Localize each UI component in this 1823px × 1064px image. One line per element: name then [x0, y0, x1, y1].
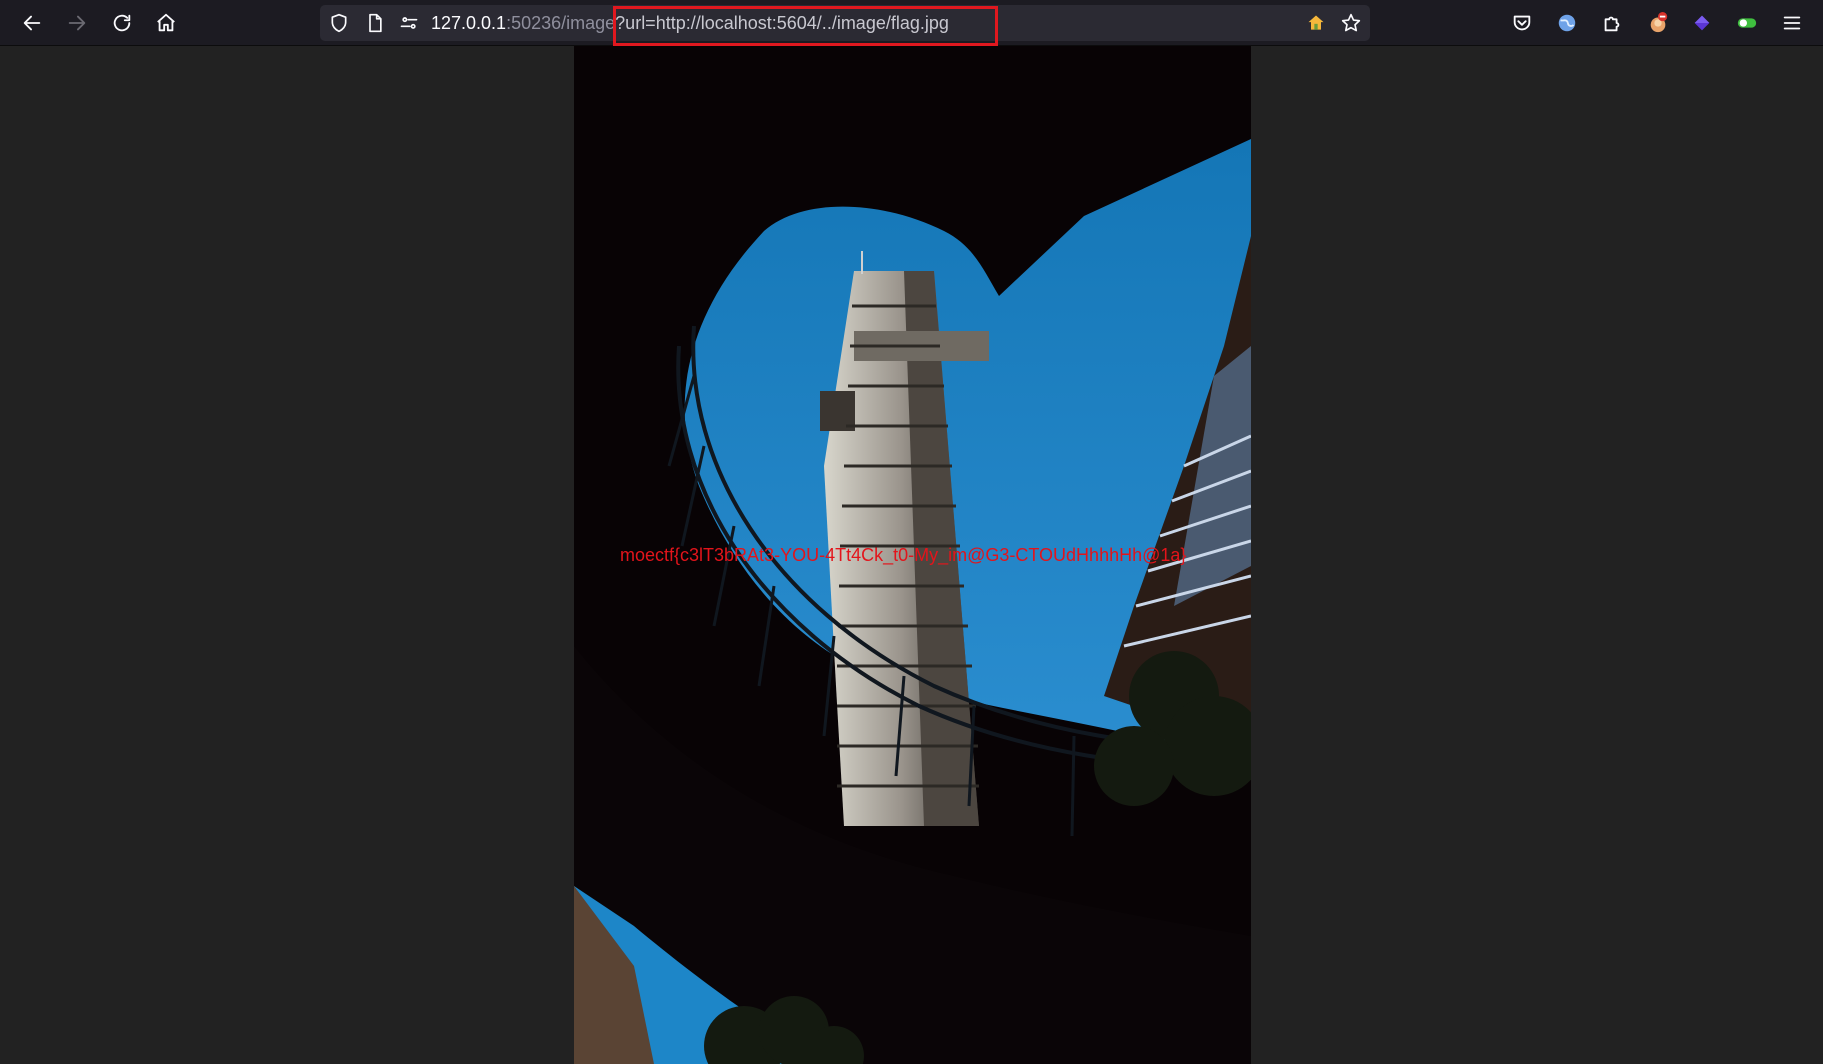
- url-host: 127.0.0.1: [431, 13, 507, 33]
- menu-button[interactable]: [1776, 7, 1808, 39]
- avatar-icon: [1650, 12, 1668, 33]
- globe-icon: [1558, 14, 1576, 32]
- shield-icon[interactable]: [328, 12, 350, 34]
- home-button[interactable]: [150, 7, 182, 39]
- globe-extension-button[interactable]: [1551, 7, 1583, 39]
- reload-icon: [113, 14, 131, 32]
- arrow-right-icon: [68, 15, 86, 31]
- diamond-icon: [1694, 15, 1710, 31]
- page-icon[interactable]: [364, 12, 386, 34]
- pocket-button[interactable]: [1506, 7, 1538, 39]
- purple-extension-button[interactable]: [1686, 7, 1718, 39]
- url-query: ?url=http://localhost:5604/../image/flag…: [615, 13, 949, 33]
- back-button[interactable]: [16, 7, 48, 39]
- flag-overlay-text: moectf{c3lT3bRAt3-YOU-4Tt4Ck_t0-My_im@G3…: [620, 545, 1187, 565]
- home-house-icon[interactable]: [1305, 12, 1327, 34]
- url-bar[interactable]: 127.0.0.1:50236/image?url=http://localho…: [320, 5, 1370, 41]
- toggle-icon: [1737, 18, 1757, 28]
- extensions-button[interactable]: [1596, 7, 1628, 39]
- url-text[interactable]: 127.0.0.1:50236/image?url=http://localho…: [431, 5, 949, 41]
- site-permissions-icon[interactable]: [398, 12, 420, 34]
- home-icon: [157, 13, 175, 32]
- pocket-icon: [1513, 15, 1531, 31]
- hamburger-menu-icon: [1783, 16, 1801, 30]
- puzzle-icon: [1604, 16, 1620, 32]
- toggle-extension-button[interactable]: [1731, 7, 1763, 39]
- url-path: :50236/image: [506, 13, 616, 33]
- browser-toolbar: 127.0.0.1:50236/image?url=http://localho…: [0, 0, 1823, 46]
- bookmark-star-icon[interactable]: [1340, 12, 1362, 34]
- avatar-extension-button[interactable]: [1642, 7, 1674, 39]
- arrow-left-icon: [23, 15, 41, 31]
- forward-button[interactable]: [61, 7, 93, 39]
- page-viewport: moectf{c3lT3bRAt3-YOU-4Tt4Ck_t0-My_im@G3…: [0, 46, 1823, 1064]
- reload-button[interactable]: [106, 7, 138, 39]
